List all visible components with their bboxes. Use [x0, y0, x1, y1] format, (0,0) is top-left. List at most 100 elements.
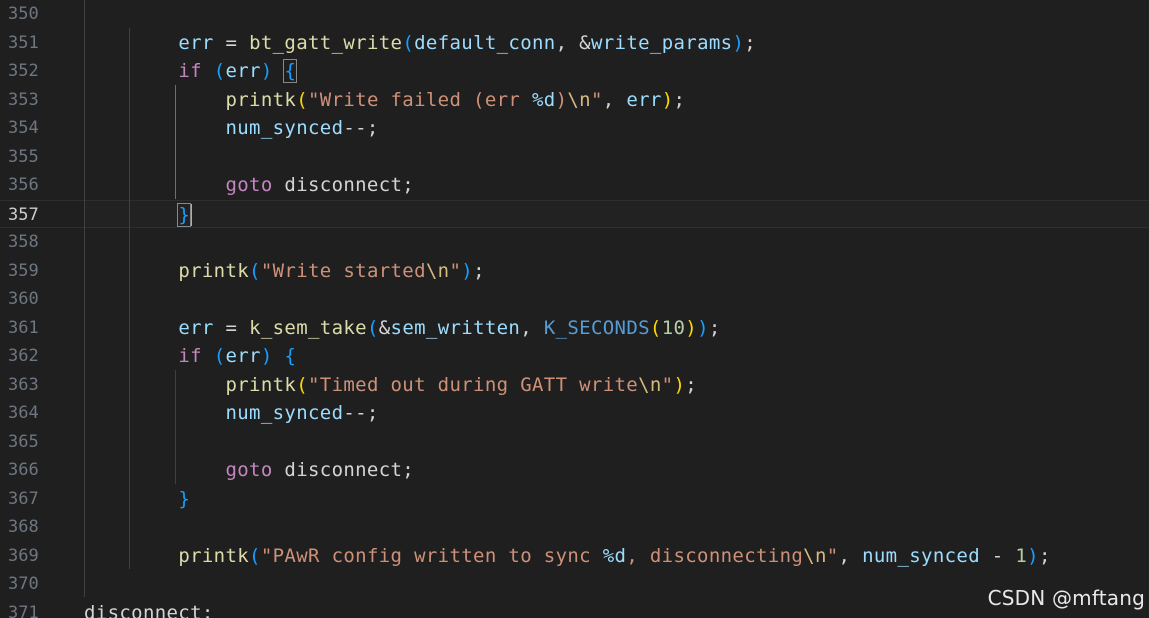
code-token: num_synced — [862, 544, 980, 567]
code-token: \n — [567, 88, 591, 111]
code-token: goto — [225, 174, 273, 196]
line-number: 367 — [8, 488, 39, 509]
code-line[interactable]: 365 — [0, 428, 1149, 457]
code-line[interactable]: 351 err = bt_gatt_write(default_conn, &w… — [0, 29, 1149, 58]
code-text: if (err) { — [84, 342, 296, 371]
code-line[interactable]: 350 — [0, 0, 1149, 29]
indent-guide-outer — [84, 0, 85, 597]
code-line[interactable]: 359 printk("Write started\n"); — [0, 257, 1149, 286]
code-line-area — [84, 513, 1149, 542]
code-token: ( — [213, 345, 226, 367]
code-token: disconnect; — [272, 459, 415, 481]
line-number: 356 — [8, 175, 39, 195]
code-line[interactable]: 361 err = k_sem_take(&sem_written, K_SEC… — [0, 314, 1149, 343]
line-number: 361 — [8, 317, 39, 338]
code-token: ( — [649, 316, 662, 339]
code-line[interactable]: 358 — [0, 228, 1149, 257]
code-line-area — [84, 143, 1149, 172]
code-token: printk — [178, 259, 250, 282]
code-line[interactable]: 354 num_synced--; — [0, 114, 1149, 143]
code-token: err — [225, 345, 261, 367]
code-line[interactable]: 353 printk("Write failed (err %d)\n", er… — [0, 86, 1149, 115]
code-text: if (err) { — [84, 57, 298, 86]
code-line[interactable]: 368 — [0, 513, 1149, 542]
code-token: ( — [296, 88, 308, 111]
code-token: & — [378, 316, 391, 339]
code-token: ) — [461, 259, 474, 282]
code-editor[interactable]: 350 351 err = bt_gatt_write(default_conn,… — [0, 0, 1149, 618]
code-token: default_conn — [414, 31, 556, 54]
code-token: ( — [402, 31, 415, 54]
line-number: 366 — [8, 460, 39, 480]
line-number: 353 — [8, 89, 39, 110]
code-line[interactable]: 355 — [0, 143, 1149, 172]
line-number: 362 — [8, 346, 39, 366]
code-line[interactable]: 356 goto disconnect; — [0, 171, 1149, 200]
line-number: 358 — [8, 232, 39, 252]
code-token: num_synced — [225, 117, 344, 139]
code-line[interactable]: 363 printk("Timed out during GATT write\… — [0, 371, 1149, 400]
code-line[interactable]: 369 printk("PAwR config written to sync … — [0, 542, 1149, 571]
code-token: " — [449, 259, 462, 282]
code-line[interactable]: 366 goto disconnect; — [0, 456, 1149, 485]
line-number: 354 — [8, 118, 39, 138]
code-line-area: } — [84, 485, 1149, 514]
code-line[interactable]: 357 } — [0, 199, 1149, 228]
code-token: ) — [685, 316, 698, 339]
code-token: ) — [697, 316, 709, 339]
code-token: ) — [1027, 544, 1039, 567]
code-token: printk — [225, 88, 297, 111]
code-token: , — [520, 316, 544, 339]
line-number: 350 — [8, 4, 39, 24]
code-token: " — [826, 544, 839, 567]
code-token: if — [178, 345, 202, 367]
indent-guide-if-block-1 — [175, 85, 176, 199]
code-text: err = bt_gatt_write(default_conn, &write… — [84, 29, 756, 58]
code-line[interactable]: 371 disconnect: — [0, 599, 1149, 618]
code-token: sem_written — [390, 316, 521, 339]
code-token: \n — [803, 544, 827, 567]
code-line-area: if (err) { — [84, 57, 1149, 86]
code-token: ( — [213, 60, 226, 82]
code-token: ; — [708, 316, 721, 339]
code-token: ) — [673, 373, 686, 396]
code-token: "Write failed (err — [308, 88, 532, 111]
code-token: --; — [343, 402, 379, 424]
code-token: 10 — [661, 316, 686, 339]
code-line[interactable]: 352 if (err) { — [0, 57, 1149, 86]
code-token: printk — [225, 373, 297, 396]
code-token: \n — [425, 259, 450, 282]
code-token: ( — [366, 316, 379, 339]
indent-guide-function-body — [129, 28, 130, 569]
code-token: " — [590, 88, 603, 111]
line-number: 369 — [8, 545, 39, 566]
code-token: 1 — [1015, 544, 1028, 567]
code-line-area: if (err) { — [84, 342, 1149, 371]
code-token: } — [178, 487, 191, 510]
code-line-area — [84, 0, 1149, 29]
code-line[interactable]: 367 } — [0, 485, 1149, 514]
code-line-area: err = bt_gatt_write(default_conn, &write… — [84, 29, 1149, 58]
code-line[interactable]: 370 — [0, 570, 1149, 599]
code-token: num_synced — [225, 402, 344, 424]
code-line[interactable]: 362 if (err) { — [0, 342, 1149, 371]
code-line-area: printk("Write started\n"); — [84, 257, 1149, 286]
code-line[interactable]: 360 — [0, 285, 1149, 314]
code-token: , disconnecting — [626, 544, 804, 567]
code-line[interactable]: 364 num_synced--; — [0, 399, 1149, 428]
code-token: disconnect: — [84, 601, 214, 618]
line-number: 370 — [8, 574, 39, 594]
code-token: ) — [661, 88, 674, 111]
code-text: err = k_sem_take(&sem_written, K_SECONDS… — [84, 314, 721, 343]
code-token: ) — [555, 88, 568, 111]
